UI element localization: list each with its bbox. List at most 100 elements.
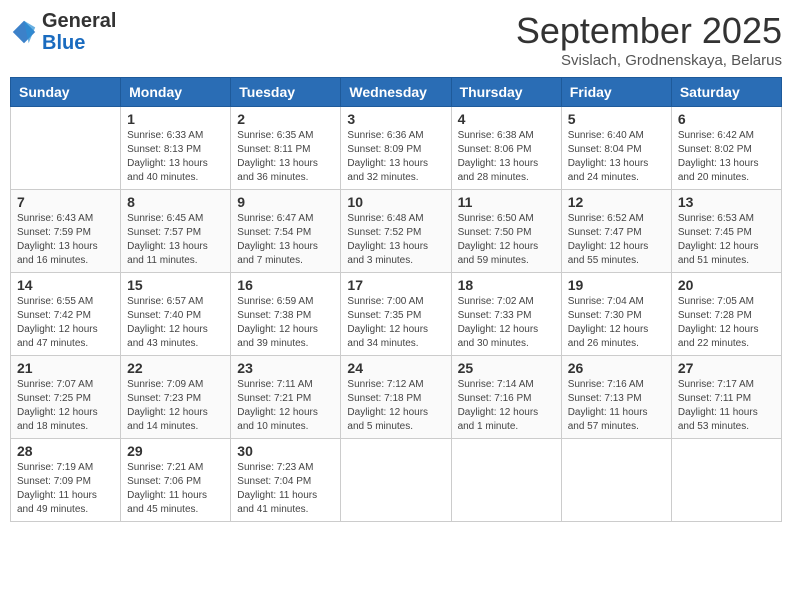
day-number: 18 [458, 277, 555, 293]
calendar-cell: 2 Sunrise: 6:35 AMSunset: 8:11 PMDaylight… [231, 107, 341, 190]
column-header-friday: Friday [561, 78, 671, 107]
calendar-cell: 25Sunrise: 7:14 AMSunset: 7:16 PMDayligh… [451, 356, 561, 439]
day-info: Sunrise: 7:17 AMSunset: 7:11 PMDaylight:… [678, 378, 775, 434]
day-number: 23 [237, 360, 334, 376]
calendar-cell: 20 Sunrise: 7:05 AMSunset: 7:28 PMDayligh… [671, 273, 781, 356]
calendar-cell: 29 Sunrise: 7:21 AMSunset: 7:06 PMDayligh… [121, 439, 231, 522]
day-info: Sunrise: 7:05 AMSunset: 7:28 PMDaylight:… [678, 295, 775, 351]
calendar-cell: 4 Sunrise: 6:38 AMSunset: 8:06 PMDaylight… [451, 107, 561, 190]
day-number: 4 [458, 111, 555, 127]
day-number: 22 [127, 360, 224, 376]
day-number: 11 [458, 194, 555, 210]
day-number: 3 [347, 111, 444, 127]
calendar-week-row: 1 Sunrise: 6:33 AMSunset: 8:13 PMDaylight… [11, 107, 782, 190]
calendar-cell: 17 Sunrise: 7:00 AMSunset: 7:35 PMDayligh… [341, 273, 451, 356]
day-number: 5 [568, 111, 665, 127]
calendar-cell: 28 Sunrise: 7:19 AMSunset: 7:09 PMDayligh… [11, 439, 121, 522]
day-number: 19 [568, 277, 665, 293]
calendar-cell: 24 Sunrise: 7:12 AMSunset: 7:18 PMDayligh… [341, 356, 451, 439]
day-number: 20 [678, 277, 775, 293]
calendar-cell [561, 439, 671, 522]
column-header-sunday: Sunday [11, 78, 121, 107]
day-info: Sunrise: 7:07 AMSunset: 7:25 PMDaylight:… [17, 378, 114, 434]
day-info: Sunrise: 6:38 AMSunset: 8:06 PMDaylight:… [458, 129, 555, 185]
day-number: 16 [237, 277, 334, 293]
calendar-cell [451, 439, 561, 522]
day-info: Sunrise: 6:35 AMSunset: 8:11 PMDaylight:… [237, 129, 334, 185]
day-info: Sunrise: 7:00 AMSunset: 7:35 PMDaylight:… [347, 295, 444, 351]
calendar-cell: 18 Sunrise: 7:02 AMSunset: 7:33 PMDayligh… [451, 273, 561, 356]
calendar-cell: 5 Sunrise: 6:40 AMSunset: 8:04 PMDaylight… [561, 107, 671, 190]
column-header-saturday: Saturday [671, 78, 781, 107]
day-number: 10 [347, 194, 444, 210]
day-number: 7 [17, 194, 114, 210]
day-number: 14 [17, 277, 114, 293]
calendar-header-row: SundayMondayTuesdayWednesdayThursdayFrid… [11, 78, 782, 107]
day-number: 29 [127, 443, 224, 459]
calendar-cell: 22 Sunrise: 7:09 AMSunset: 7:23 PMDayligh… [121, 356, 231, 439]
calendar-cell: 30Sunrise: 7:23 AMSunset: 7:04 PMDayligh… [231, 439, 341, 522]
day-info: Sunrise: 6:40 AMSunset: 8:04 PMDaylight:… [568, 129, 665, 185]
calendar-cell: 13 Sunrise: 6:53 AMSunset: 7:45 PMDayligh… [671, 190, 781, 273]
day-number: 2 [237, 111, 334, 127]
day-info: Sunrise: 6:59 AMSunset: 7:38 PMDaylight:… [237, 295, 334, 351]
day-info: Sunrise: 6:53 AMSunset: 7:45 PMDaylight:… [678, 212, 775, 268]
day-info: Sunrise: 6:42 AMSunset: 8:02 PMDaylight:… [678, 129, 775, 185]
day-info: Sunrise: 7:02 AMSunset: 7:33 PMDaylight:… [458, 295, 555, 351]
calendar-cell: 10 Sunrise: 6:48 AMSunset: 7:52 PMDayligh… [341, 190, 451, 273]
calendar-week-row: 28 Sunrise: 7:19 AMSunset: 7:09 PMDayligh… [11, 439, 782, 522]
day-info: Sunrise: 7:04 AMSunset: 7:30 PMDaylight:… [568, 295, 665, 351]
day-number: 13 [678, 194, 775, 210]
calendar-cell: 1 Sunrise: 6:33 AMSunset: 8:13 PMDaylight… [121, 107, 231, 190]
calendar-cell: 11 Sunrise: 6:50 AMSunset: 7:50 PMDayligh… [451, 190, 561, 273]
calendar-week-row: 7Sunrise: 6:43 AMSunset: 7:59 PMDaylight… [11, 190, 782, 273]
day-info: Sunrise: 7:19 AMSunset: 7:09 PMDaylight:… [17, 461, 114, 517]
day-info: Sunrise: 6:50 AMSunset: 7:50 PMDaylight:… [458, 212, 555, 268]
column-header-tuesday: Tuesday [231, 78, 341, 107]
day-info: Sunrise: 6:57 AMSunset: 7:40 PMDaylight:… [127, 295, 224, 351]
calendar-cell [671, 439, 781, 522]
calendar-week-row: 14Sunrise: 6:55 AMSunset: 7:42 PMDayligh… [11, 273, 782, 356]
day-info: Sunrise: 7:11 AMSunset: 7:21 PMDaylight:… [237, 378, 334, 434]
calendar-table: SundayMondayTuesdayWednesdayThursdayFrid… [10, 77, 782, 522]
day-info: Sunrise: 6:33 AMSunset: 8:13 PMDaylight:… [127, 129, 224, 185]
day-info: Sunrise: 6:48 AMSunset: 7:52 PMDaylight:… [347, 212, 444, 268]
day-number: 24 [347, 360, 444, 376]
logo: General Blue [10, 10, 116, 54]
calendar-cell: 15Sunrise: 6:57 AMSunset: 7:40 PMDayligh… [121, 273, 231, 356]
day-info: Sunrise: 6:36 AMSunset: 8:09 PMDaylight:… [347, 129, 444, 185]
day-number: 6 [678, 111, 775, 127]
day-info: Sunrise: 7:23 AMSunset: 7:04 PMDaylight:… [237, 461, 334, 517]
day-info: Sunrise: 7:21 AMSunset: 7:06 PMDaylight:… [127, 461, 224, 517]
calendar-cell: 9 Sunrise: 6:47 AMSunset: 7:54 PMDaylight… [231, 190, 341, 273]
day-number: 17 [347, 277, 444, 293]
calendar-cell: 16 Sunrise: 6:59 AMSunset: 7:38 PMDayligh… [231, 273, 341, 356]
calendar-cell: 3 Sunrise: 6:36 AMSunset: 8:09 PMDaylight… [341, 107, 451, 190]
calendar-cell: 7Sunrise: 6:43 AMSunset: 7:59 PMDaylight… [11, 190, 121, 273]
day-info: Sunrise: 7:14 AMSunset: 7:16 PMDaylight:… [458, 378, 555, 434]
column-header-monday: Monday [121, 78, 231, 107]
title-block: September 2025 Svislach, Grodnenskaya, B… [516, 10, 782, 69]
logo-blue-text: Blue [42, 32, 85, 54]
day-info: Sunrise: 6:47 AMSunset: 7:54 PMDaylight:… [237, 212, 334, 268]
day-number: 9 [237, 194, 334, 210]
calendar-cell: 19 Sunrise: 7:04 AMSunset: 7:30 PMDayligh… [561, 273, 671, 356]
calendar-cell: 27 Sunrise: 7:17 AMSunset: 7:11 PMDayligh… [671, 356, 781, 439]
day-number: 27 [678, 360, 775, 376]
day-number: 12 [568, 194, 665, 210]
logo-text: General Blue [42, 10, 116, 54]
day-number: 8 [127, 194, 224, 210]
calendar-cell [11, 107, 121, 190]
calendar-cell [341, 439, 451, 522]
day-info: Sunrise: 6:45 AMSunset: 7:57 PMDaylight:… [127, 212, 224, 268]
calendar-cell: 23 Sunrise: 7:11 AMSunset: 7:21 PMDayligh… [231, 356, 341, 439]
day-number: 1 [127, 111, 224, 127]
location-subtitle: Svislach, Grodnenskaya, Belarus [516, 52, 782, 69]
day-info: Sunrise: 7:09 AMSunset: 7:23 PMDaylight:… [127, 378, 224, 434]
calendar-cell: 8 Sunrise: 6:45 AMSunset: 7:57 PMDaylight… [121, 190, 231, 273]
page-header: General Blue September 2025 Svislach, Gr… [10, 10, 782, 69]
logo-general-text: General [42, 10, 116, 32]
day-info: Sunrise: 7:12 AMSunset: 7:18 PMDaylight:… [347, 378, 444, 434]
day-number: 28 [17, 443, 114, 459]
day-number: 26 [568, 360, 665, 376]
